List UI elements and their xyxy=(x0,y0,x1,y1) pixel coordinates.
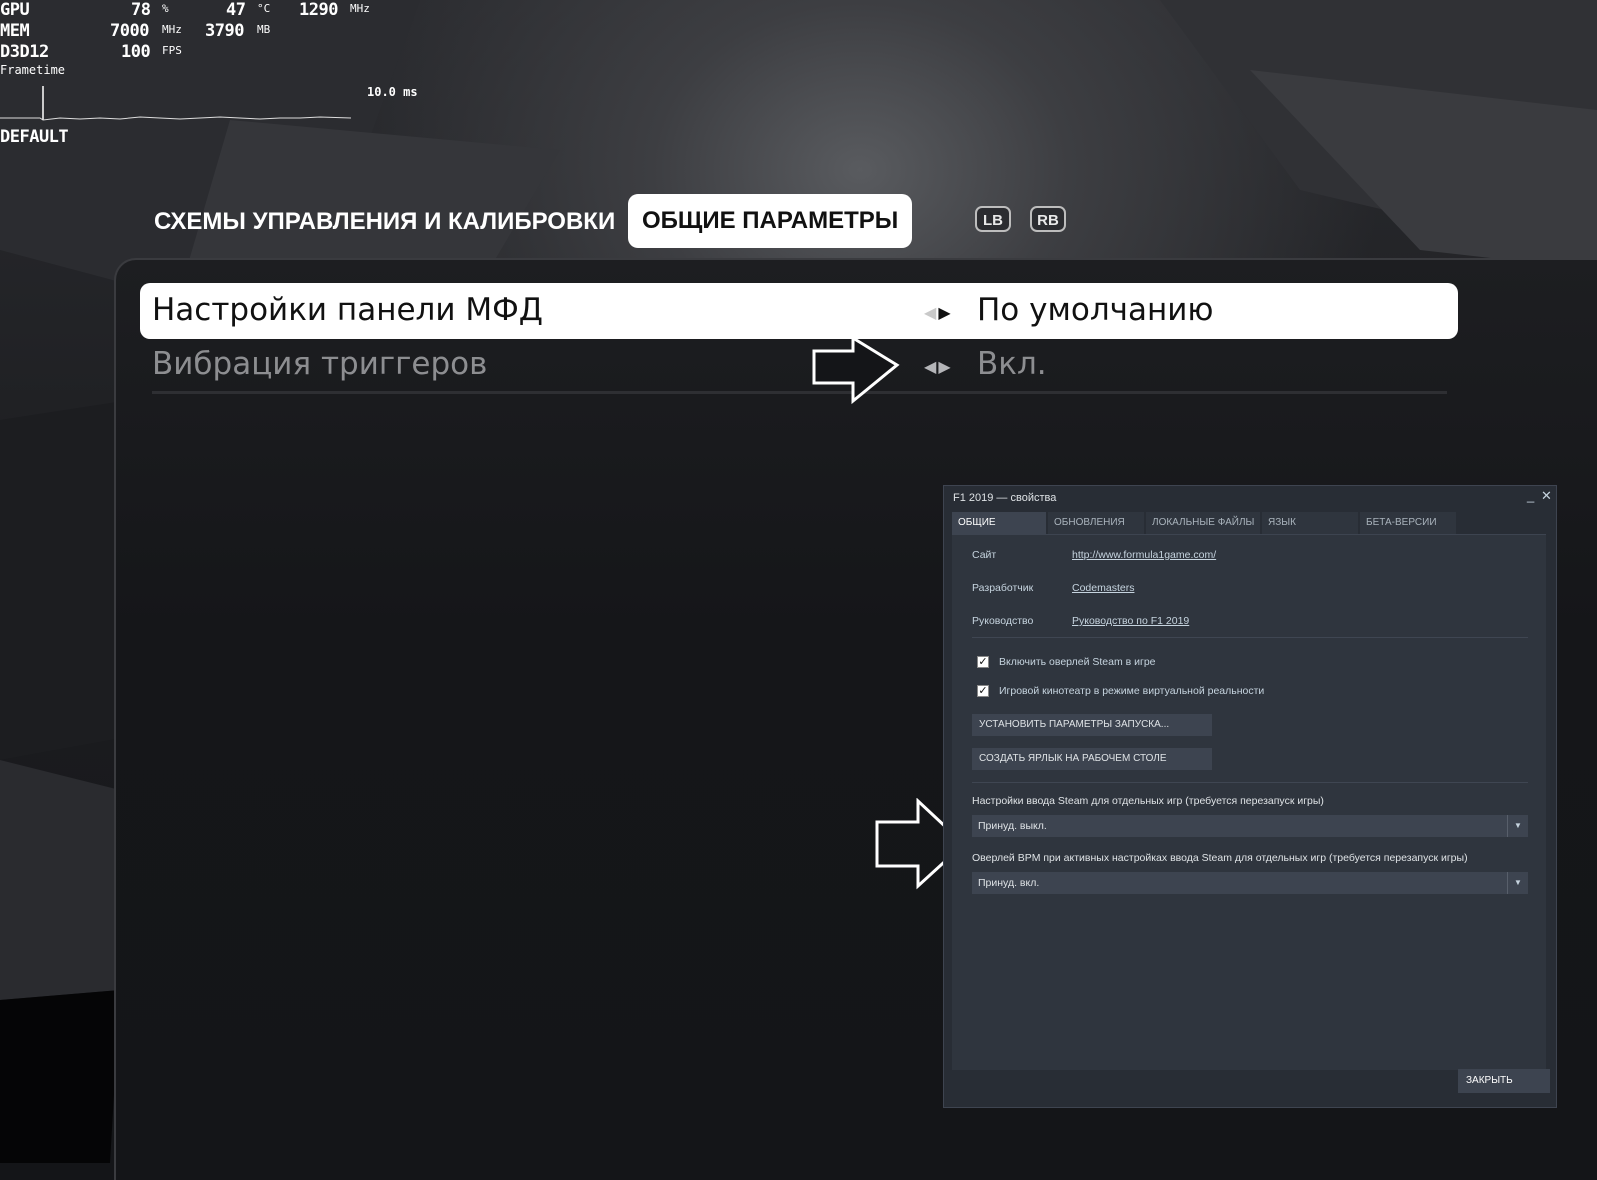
overlay-checkbox-label: Включить оверлей Steam в игре xyxy=(999,656,1156,668)
trigger-vibration-value: Вкл. xyxy=(977,346,1047,382)
dialog-title: F1 2019 — свойства xyxy=(953,492,1057,504)
mem-used-unit: MB xyxy=(257,23,271,36)
mfd-value-arrows[interactable]: ◀ ▶ xyxy=(924,303,951,322)
bpm-overlay-dropdown-value: Принуд. вкл. xyxy=(978,877,1040,889)
frametime-value: 10.0 ms xyxy=(367,85,418,99)
dialog-content: Сайт http://www.formula1game.com/ Разраб… xyxy=(952,535,1546,1070)
tab-betas[interactable]: БЕТА-ВЕРСИИ xyxy=(1360,512,1456,534)
fps-unit: FPS xyxy=(162,44,182,57)
frametime-label: Frametime xyxy=(0,63,66,77)
divider xyxy=(972,637,1528,638)
arrow-right-icon[interactable]: ▶ xyxy=(938,303,950,322)
guide-label: Руководство xyxy=(972,615,1034,627)
tab-updates[interactable]: ОБНОВЛЕНИЯ xyxy=(1048,512,1144,534)
mem-label: MEM xyxy=(0,21,30,41)
gpu-temp-unit: °C xyxy=(257,2,271,15)
developer-link[interactable]: Codemasters xyxy=(1072,582,1134,594)
tab-local-files[interactable]: ЛОКАЛЬНЫЕ ФАЙЛЫ xyxy=(1146,512,1260,534)
frametime-graph xyxy=(0,86,352,121)
row-divider xyxy=(152,391,1447,394)
mem-clock-unit: MHz xyxy=(162,23,182,36)
dialog-tabs: ОБЩИЕ ОБНОВЛЕНИЯ ЛОКАЛЬНЫЕ ФАЙЛЫ ЯЗЫК БЕ… xyxy=(952,512,1546,535)
api-label: D3D12 xyxy=(0,42,49,62)
close-icon[interactable]: ✕ xyxy=(1541,488,1552,504)
overlay-checkbox[interactable]: ✓ xyxy=(977,656,989,668)
desktop-shortcut-button[interactable]: СОЗДАТЬ ЯРЛЫК НА РАБОЧЕМ СТОЛЕ xyxy=(972,748,1212,770)
arrow-left-icon[interactable]: ◀ xyxy=(924,303,936,322)
divider xyxy=(972,782,1528,783)
gpu-temp: 47 xyxy=(226,0,246,20)
tab-control-schemes[interactable]: СХЕМЫ УПРАВЛЕНИЯ И КАЛИБРОВКИ xyxy=(154,208,615,236)
performance-overlay: GPU 78 % 47 °C 1290 MHz MEM 7000 MHz 379… xyxy=(0,0,440,150)
mem-clock: 7000 xyxy=(110,21,149,41)
vr-theater-checkbox-label: Игровой кинотеатр в режиме виртуальной р… xyxy=(999,685,1265,697)
chevron-down-icon[interactable]: ▼ xyxy=(1507,872,1528,894)
close-button[interactable]: ЗАКРЫТЬ xyxy=(1458,1069,1550,1093)
bpm-overlay-setting-label: Оверлей BPM при активных настройках ввод… xyxy=(972,852,1468,864)
tab-general[interactable]: ОБЩИЕ xyxy=(952,512,1046,534)
minimize-icon[interactable]: _ xyxy=(1527,488,1534,503)
gpu-clock-unit: MHz xyxy=(350,2,370,15)
gpu-load: 78 xyxy=(131,0,151,20)
gpu-load-unit: % xyxy=(162,2,169,15)
arrow-left-icon[interactable]: ◀ xyxy=(924,357,936,376)
profile-name: DEFAULT xyxy=(0,127,69,147)
lb-button-icon[interactable]: LB xyxy=(975,206,1011,232)
tab-general-settings[interactable]: ОБЩИЕ ПАРАМЕТРЫ xyxy=(628,194,913,248)
trigger-vibration-label[interactable]: Вибрация триггеров xyxy=(152,346,487,382)
vr-theater-checkbox[interactable]: ✓ xyxy=(977,685,989,697)
fps-value: 100 xyxy=(121,42,151,62)
steam-properties-dialog: F1 2019 — свойства _ ✕ ОБЩИЕ ОБНОВЛЕНИЯ … xyxy=(943,485,1557,1108)
arrow-right-icon[interactable]: ▶ xyxy=(938,357,950,376)
mfd-setting-label: Настройки панели МФД xyxy=(152,292,543,328)
mfd-setting-value: По умолчанию xyxy=(977,292,1214,328)
launch-options-button[interactable]: УСТАНОВИТЬ ПАРАМЕТРЫ ЗАПУСКА... xyxy=(972,714,1212,736)
steam-input-dropdown-value: Принуд. выкл. xyxy=(978,820,1047,832)
bpm-overlay-dropdown[interactable]: Принуд. вкл. ▼ xyxy=(972,872,1528,894)
steam-input-setting-label: Настройки ввода Steam для отдельных игр … xyxy=(972,795,1324,807)
site-link[interactable]: http://www.formula1game.com/ xyxy=(1072,549,1216,561)
tab-language[interactable]: ЯЗЫК xyxy=(1262,512,1358,534)
site-label: Сайт xyxy=(972,549,997,561)
annotation-arrow-icon xyxy=(812,335,900,405)
trigger-vibration-arrows[interactable]: ◀ ▶ xyxy=(924,357,951,376)
mem-used: 3790 xyxy=(205,21,244,41)
rb-button-icon[interactable]: RB xyxy=(1030,206,1066,232)
gpu-label: GPU xyxy=(0,0,30,20)
gpu-clock: 1290 xyxy=(299,0,338,20)
steam-input-dropdown[interactable]: Принуд. выкл. ▼ xyxy=(972,815,1528,837)
developer-label: Разработчик xyxy=(972,582,1034,594)
guide-link[interactable]: Руководство по F1 2019 xyxy=(1072,615,1189,627)
chevron-down-icon[interactable]: ▼ xyxy=(1507,815,1528,837)
